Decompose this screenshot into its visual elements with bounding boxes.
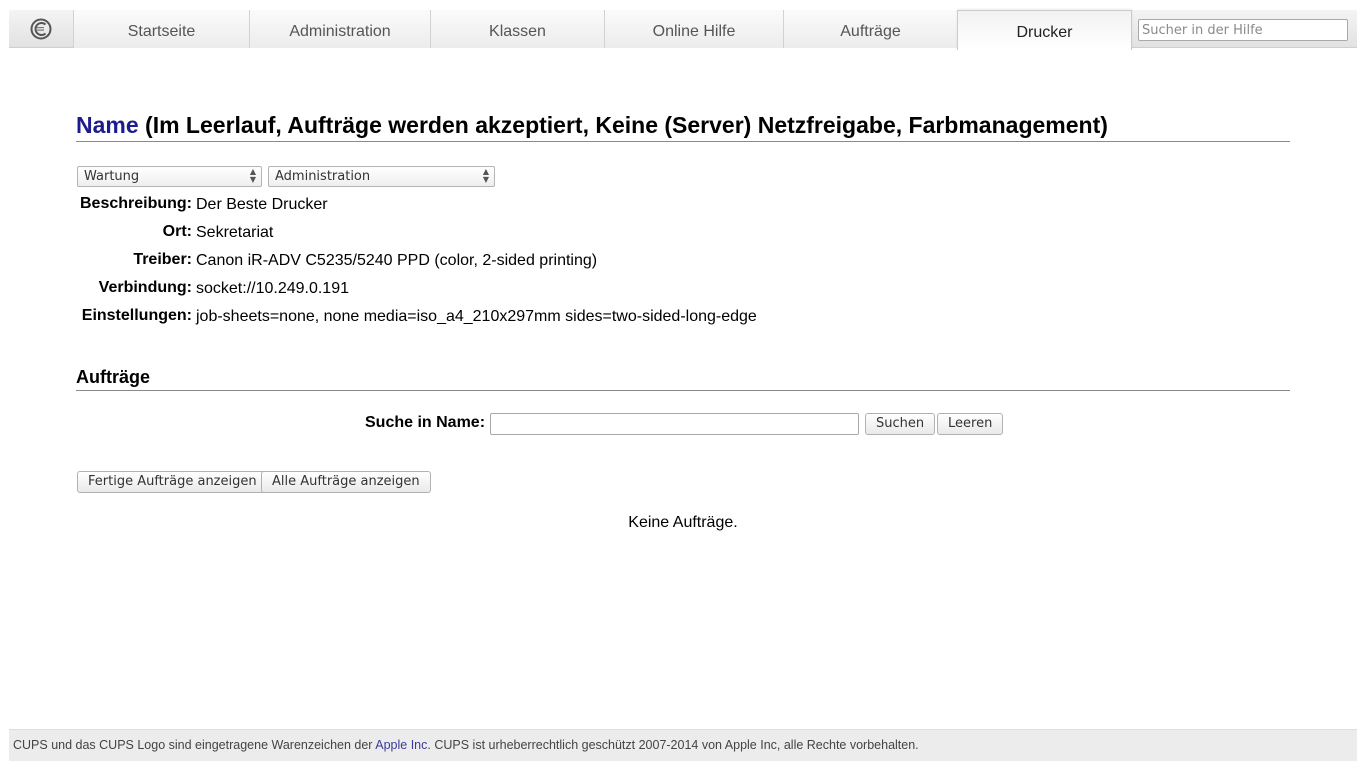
tab-online-hilfe[interactable]: Online Hilfe: [604, 10, 783, 48]
footer: CUPS und das CUPS Logo sind eingetragene…: [9, 729, 1357, 761]
detail-label-description: Beschreibung:: [79, 195, 192, 212]
maintenance-select-value: Wartung: [84, 169, 140, 184]
footer-text-before: CUPS und das CUPS Logo sind eingetragene…: [13, 738, 376, 752]
help-search-input[interactable]: [1138, 19, 1348, 41]
show-completed-jobs-button[interactable]: Fertige Aufträge anzeigen: [77, 471, 268, 493]
printer-name[interactable]: Name: [76, 112, 139, 138]
detail-value-driver: Canon iR-ADV C5235/5240 PPD (color, 2-si…: [196, 252, 598, 269]
maintenance-select[interactable]: Wartung ▲ ▼: [77, 166, 262, 187]
show-all-jobs-button[interactable]: Alle Aufträge anzeigen: [261, 471, 431, 493]
clear-button[interactable]: Leeren: [937, 413, 1004, 435]
detail-label-location: Ort:: [162, 223, 192, 240]
job-search-input[interactable]: [490, 413, 859, 435]
no-jobs-message: Keine Aufträge.: [628, 514, 738, 531]
detail-value-connection: socket://10.249.0.191: [196, 280, 349, 297]
administration-select[interactable]: Administration ▲ ▼: [268, 166, 495, 187]
tab-klassen[interactable]: Klassen: [430, 10, 604, 48]
detail-label-driver: Treiber:: [133, 251, 192, 268]
detail-value-location: Sekretariat: [196, 224, 274, 241]
detail-label-settings: Einstellungen:: [81, 307, 192, 324]
detail-label-connection: Verbindung:: [98, 279, 192, 296]
cups-logo[interactable]: [9, 10, 73, 48]
jobs-heading: Aufträge: [76, 366, 1290, 391]
select-arrows-icon: ▲ ▼: [482, 167, 489, 184]
tab-startseite[interactable]: Startseite: [73, 10, 249, 48]
tab-drucker[interactable]: Drucker: [957, 10, 1132, 50]
footer-text-after: . CUPS ist urheberrechtlich geschützt 20…: [427, 738, 919, 752]
page-title: Name (Im Leerlauf, Aufträge werden akzep…: [76, 109, 1290, 142]
detail-value-settings: job-sheets=none, none media=iso_a4_210x2…: [196, 308, 757, 325]
detail-value-description: Der Beste Drucker: [196, 196, 328, 213]
administration-select-value: Administration: [275, 169, 371, 184]
apple-link[interactable]: Apple Inc: [375, 738, 427, 752]
select-arrows-icon: ▲ ▼: [249, 167, 256, 184]
tab-administration[interactable]: Administration: [249, 10, 430, 48]
top-navigation: Startseite Administration Klassen Online…: [9, 10, 1357, 50]
job-search-label: Suche in Name:: [365, 414, 486, 431]
search-button[interactable]: Suchen: [865, 413, 936, 435]
printer-status: (Im Leerlauf, Aufträge werden akzeptiert…: [145, 112, 1108, 138]
tab-auftraege[interactable]: Aufträge: [783, 10, 957, 48]
